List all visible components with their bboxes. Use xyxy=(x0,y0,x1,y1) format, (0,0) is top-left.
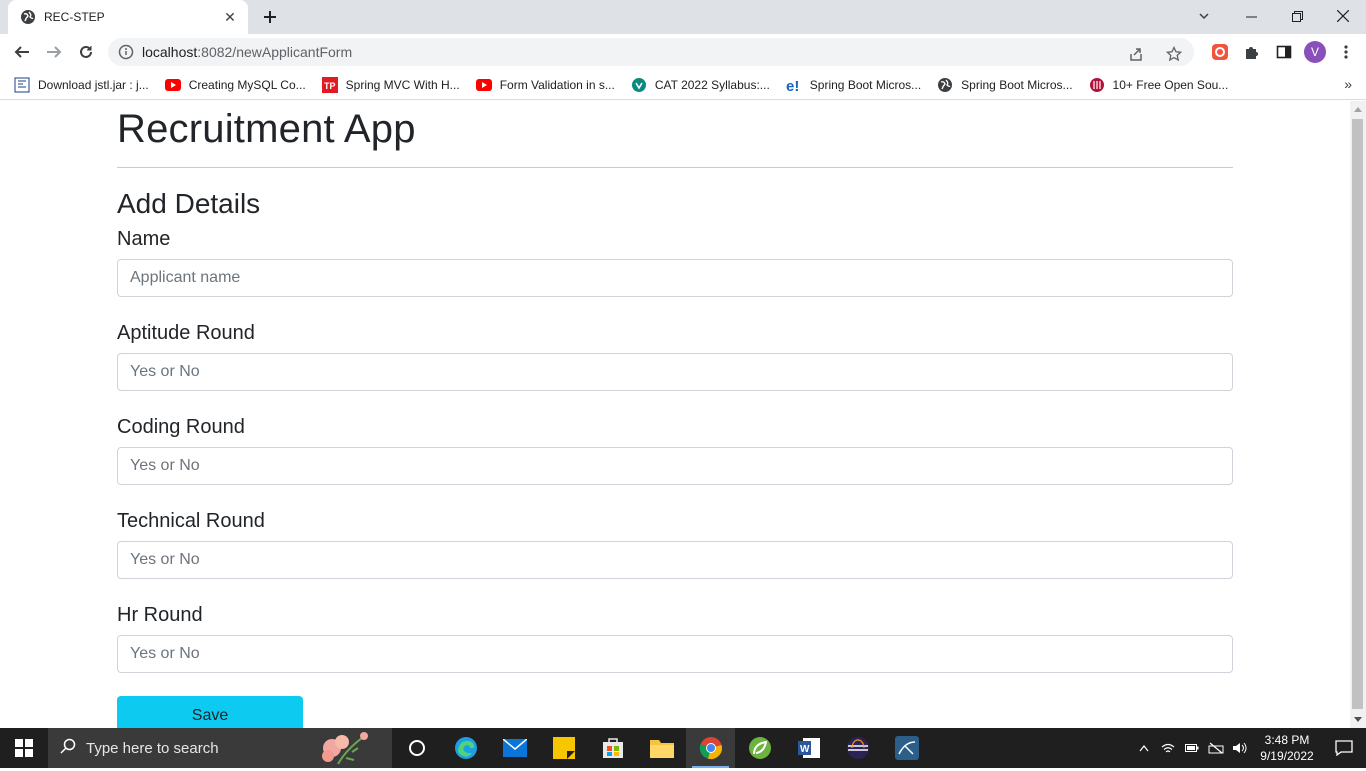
bookmark-star-icon[interactable] xyxy=(1162,42,1186,66)
close-window-button[interactable] xyxy=(1320,0,1366,32)
search-icon xyxy=(60,738,76,759)
scroll-down-icon[interactable] xyxy=(1354,717,1362,722)
chrome-icon[interactable] xyxy=(686,728,735,768)
page-viewport: Recruitment App Add Details Name Aptitud… xyxy=(0,101,1350,728)
extension-record-icon[interactable] xyxy=(1208,40,1232,64)
notification-icon[interactable] xyxy=(1322,728,1366,768)
address-bar[interactable]: localhost:8082/newApplicantForm xyxy=(108,38,1194,66)
flower-illustration-icon xyxy=(316,730,378,771)
coding-input[interactable] xyxy=(117,447,1233,485)
tab-title: REC-STEP xyxy=(44,10,105,24)
scroll-up-icon[interactable] xyxy=(1354,107,1362,112)
doc-icon xyxy=(14,77,30,93)
reload-button[interactable] xyxy=(70,36,102,68)
bookmark-item[interactable]: CAT 2022 Syllabus:... xyxy=(623,73,778,97)
tab-strip: REC-STEP ✕ xyxy=(0,0,1366,34)
battery-icon[interactable] xyxy=(1180,728,1204,768)
back-button[interactable] xyxy=(6,36,38,68)
edge-icon[interactable] xyxy=(441,728,490,768)
profile-avatar[interactable]: V xyxy=(1304,41,1326,63)
tab-search-icon[interactable] xyxy=(1192,4,1216,28)
file-explorer-icon[interactable] xyxy=(637,728,686,768)
store-icon[interactable] xyxy=(588,728,637,768)
hr-input[interactable] xyxy=(117,635,1233,673)
new-tab-button[interactable] xyxy=(258,6,282,28)
form-title: Add Details xyxy=(117,188,261,219)
youtube-icon xyxy=(475,77,492,93)
tutorialspoint-icon: TP xyxy=(321,76,338,93)
spring-tool-icon[interactable] xyxy=(735,728,784,768)
hr-label: Hr Round xyxy=(117,604,203,626)
svg-text:e!: e! xyxy=(786,78,799,93)
aptitude-field-group: Aptitude Round xyxy=(117,321,1233,391)
system-clock[interactable]: 3:48 PM 9/19/2022 xyxy=(1252,732,1322,764)
scroll-thumb[interactable] xyxy=(1352,119,1363,709)
clock-date: 9/19/2022 xyxy=(1260,749,1314,763)
e-icon: e! xyxy=(786,77,802,93)
side-panel-icon[interactable] xyxy=(1272,40,1296,64)
youtube-icon xyxy=(164,77,181,93)
info-icon[interactable] xyxy=(118,44,134,60)
globe-icon xyxy=(20,9,36,25)
aptitude-label: Aptitude Round xyxy=(117,322,255,344)
name-field-group: Name xyxy=(117,227,1233,297)
app-title: Recruitment App xyxy=(117,107,416,151)
taskbar: Type here to search W 3:48 PM 9/19/2022 xyxy=(0,728,1366,768)
word-icon[interactable]: W xyxy=(784,728,833,768)
coding-field-group: Coding Round xyxy=(117,415,1233,485)
bookmark-item[interactable]: Spring Boot Micros... xyxy=(929,73,1080,97)
form-container: Recruitment App Add Details Name Aptitud… xyxy=(117,101,1233,728)
close-tab-icon[interactable]: ✕ xyxy=(222,9,238,25)
mysql-workbench-icon[interactable] xyxy=(882,728,931,768)
coding-label: Coding Round xyxy=(117,416,245,438)
menu-dots-icon[interactable] xyxy=(1334,40,1358,64)
bookmark-item[interactable]: 10+ Free Open Sou... xyxy=(1081,73,1237,97)
browser-tab[interactable]: REC-STEP ✕ xyxy=(8,0,248,34)
site-icon xyxy=(1089,77,1105,93)
restore-button[interactable] xyxy=(1274,0,1320,32)
name-input[interactable] xyxy=(117,259,1233,297)
minimize-button[interactable] xyxy=(1228,0,1274,32)
aptitude-input[interactable] xyxy=(117,353,1233,391)
network-disconnected-icon[interactable] xyxy=(1204,728,1228,768)
share-icon[interactable] xyxy=(1124,42,1148,66)
globe-icon xyxy=(937,77,953,93)
extensions-puzzle-icon[interactable] xyxy=(1240,40,1264,64)
technical-label: Technical Round xyxy=(117,510,265,532)
chevron-up-icon[interactable] xyxy=(1132,728,1156,768)
task-view-icon[interactable] xyxy=(392,728,441,768)
eclipse-icon[interactable] xyxy=(833,728,882,768)
bookmarks-bar: Download jstl.jar : j... Creating MySQL … xyxy=(0,70,1366,100)
clock-time: 3:48 PM xyxy=(1264,733,1310,747)
mail-icon[interactable] xyxy=(490,728,539,768)
url-text: localhost:8082/newApplicantForm xyxy=(142,44,353,60)
name-label: Name xyxy=(117,228,171,250)
technical-input[interactable] xyxy=(117,541,1233,579)
bookmark-item[interactable]: Creating MySQL Co... xyxy=(157,73,314,97)
windows-start-button[interactable] xyxy=(0,728,48,768)
page-scrollbar[interactable] xyxy=(1350,101,1366,728)
save-button[interactable]: Save xyxy=(117,696,303,728)
hr-field-group: Hr Round xyxy=(117,603,1233,673)
technical-field-group: Technical Round xyxy=(117,509,1233,579)
bookmark-item[interactable]: TP Spring MVC With H... xyxy=(314,73,468,97)
bookmark-item[interactable]: Form Validation in s... xyxy=(468,73,623,97)
wifi-icon[interactable] xyxy=(1156,728,1180,768)
divider xyxy=(117,167,1233,168)
volume-icon[interactable] xyxy=(1228,728,1252,768)
search-placeholder: Type here to search xyxy=(86,739,219,757)
sticky-notes-icon[interactable] xyxy=(539,728,588,768)
bookmarks-overflow-icon[interactable]: » xyxy=(1344,76,1352,92)
bookmark-item[interactable]: e! Spring Boot Micros... xyxy=(778,73,929,97)
browser-toolbar: localhost:8082/newApplicantForm V xyxy=(0,34,1366,70)
svg-text:TP: TP xyxy=(324,81,336,91)
svg-text:W: W xyxy=(800,744,810,755)
shield-icon xyxy=(631,77,647,93)
bookmark-item[interactable]: Download jstl.jar : j... xyxy=(6,73,157,97)
forward-button[interactable] xyxy=(38,36,70,68)
taskbar-search-box[interactable]: Type here to search xyxy=(48,728,392,768)
